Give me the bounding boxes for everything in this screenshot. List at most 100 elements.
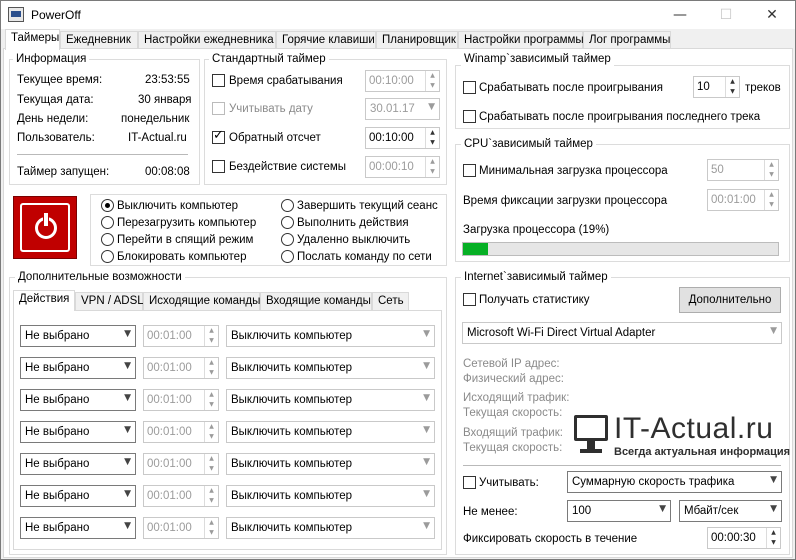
action-time-spin[interactable]: 00:01:00 ▲ ▼ [143,485,219,507]
info-label: Пользователь: [17,132,95,144]
spin-arrows-icon[interactable]: ▲ ▼ [766,528,780,548]
tracks-spin[interactable]: 10 ▲ ▼ [693,76,740,98]
cpu-fix-time-spin[interactable]: 00:01:00 ▲ ▼ [707,189,779,211]
action-type-combo[interactable]: Выключить компьютер ▼ [226,325,435,347]
trigger-time-spin[interactable]: 00:10:00 ▲ ▼ [365,70,440,92]
chevron-down-icon: ▼ [423,457,430,467]
action-condition-value: Не выбрано [25,330,90,342]
action-condition-combo[interactable]: Не выбрано ▼ [20,453,136,475]
action-time-spin[interactable]: 00:01:00 ▲ ▼ [143,421,219,443]
stats-checkbox[interactable] [463,293,476,306]
spin-arrows-icon[interactable]: ▲ ▼ [425,157,439,177]
spin-arrows-icon[interactable]: ▲ ▼ [764,160,778,180]
more-button[interactable]: Дополнительно [679,287,781,313]
trigger-time-checkbox[interactable] [212,74,225,87]
radio-send-command[interactable] [281,250,294,263]
tab-timers[interactable]: Таймеры [5,29,60,50]
action-type-value: Выключить компьютер [231,522,353,534]
subtab-vpn[interactable]: VPN / ADSL [75,292,144,310]
action-condition-combo[interactable]: Не выбрано ▼ [20,325,136,347]
radio-run-actions[interactable] [281,216,294,229]
idle-checkbox[interactable] [212,160,225,173]
count-label: Учитывать: [479,477,539,489]
min-combo[interactable]: 100 ▼ [567,500,671,522]
action-type-combo[interactable]: Выключить компьютер ▼ [226,485,435,507]
spin-arrows-icon[interactable]: ▲ ▼ [204,454,218,474]
date-combo[interactable]: 30.01.17 ▼ [365,98,440,120]
spin-arrows-icon[interactable]: ▲ ▼ [204,518,218,538]
subtab-actions[interactable]: Действия [13,290,75,311]
radio-shutdown[interactable] [101,199,114,212]
action-type-combo[interactable]: Выключить компьютер ▼ [226,421,435,443]
spin-arrows-icon[interactable]: ▲ ▼ [204,486,218,506]
subtab-outgoing[interactable]: Исходящие команды [143,292,260,310]
action-time-spin[interactable]: 00:01:00 ▲ ▼ [143,453,219,475]
action-type-combo[interactable]: Выключить компьютер ▼ [226,357,435,379]
chevron-down-icon: ▼ [124,425,131,435]
spin-arrows-icon[interactable]: ▲ ▼ [725,77,739,97]
action-type-value: Выключить компьютер [231,330,353,342]
maximize-button: ☐ [719,7,733,23]
tab-daily-settings[interactable]: Настройки ежедневника [138,31,276,49]
radio-logoff[interactable] [281,199,294,212]
radio-lock[interactable] [101,250,114,263]
chevron-down-icon: ▼ [423,361,430,371]
cpu-min-load-checkbox[interactable] [463,164,476,177]
power-button[interactable] [13,196,77,259]
radio-sleep[interactable] [101,233,114,246]
radio-restart[interactable] [101,216,114,229]
action-time-spin[interactable]: 00:01:00 ▲ ▼ [143,357,219,379]
action-type-combo[interactable]: Выключить компьютер ▼ [226,389,435,411]
winamp-after-last-checkbox[interactable] [463,110,476,123]
watermark-title: IT-Actual.ru [614,412,774,445]
action-condition-combo[interactable]: Не выбрано ▼ [20,389,136,411]
spin-arrows-icon[interactable]: ▲ ▼ [764,190,778,210]
action-time-spin[interactable]: 00:01:00 ▲ ▼ [143,517,219,539]
action-type-combo[interactable]: Выключить компьютер ▼ [226,517,435,539]
countdown-checkbox[interactable]: ✓ [212,129,225,144]
spin-arrows-icon[interactable]: ▲ ▼ [425,128,439,148]
action-condition-combo[interactable]: Не выбрано ▼ [20,517,136,539]
chevron-down-icon: ▼ [124,393,131,403]
subtab-incoming[interactable]: Входящие команды [260,292,372,310]
spin-value: 00:01:00 [147,394,192,406]
subtab-network[interactable]: Сеть [372,292,409,310]
action-condition-combo[interactable]: Не выбрано ▼ [20,421,136,443]
radio-remote-shutdown[interactable] [281,233,294,246]
action-time-spin[interactable]: 00:01:00 ▲ ▼ [143,325,219,347]
info-value: 23:53:55 [145,74,190,86]
action-type-combo[interactable]: Выключить компьютер ▼ [226,453,435,475]
winamp-after-play-checkbox[interactable] [463,81,476,94]
action-condition-combo[interactable]: Не выбрано ▼ [20,485,136,507]
spin-arrows-icon[interactable]: ▲ ▼ [425,71,439,91]
standard-timer-title: Стандартный таймер [209,53,329,66]
info-value: IT-Actual.ru [128,132,187,144]
tab-hotkeys[interactable]: Горячие клавиши [276,31,376,49]
count-checkbox[interactable] [463,476,476,489]
chevron-down-icon: ▼ [423,425,430,435]
spin-arrows-icon[interactable]: ▲ ▼ [204,390,218,410]
adapter-combo[interactable]: Microsoft Wi-Fi Direct Virtual Adapter ▼ [462,322,782,344]
spin-arrows-icon[interactable]: ▲ ▼ [204,422,218,442]
idle-spin[interactable]: 00:00:10 ▲ ▼ [365,156,440,178]
spin-arrows-icon[interactable]: ▲ ▼ [204,358,218,378]
tab-scheduler[interactable]: Планировщик [376,31,458,49]
cpu-min-load-spin[interactable]: 50 ▲ ▼ [707,159,779,181]
chevron-down-icon: ▼ [770,326,777,336]
spin-arrows-icon[interactable]: ▲ ▼ [204,326,218,346]
consider-date-checkbox[interactable] [212,102,225,115]
radio-label: Выключить компьютер [117,200,239,212]
tab-program-settings[interactable]: Настройки программы [458,31,584,49]
action-time-spin[interactable]: 00:01:00 ▲ ▼ [143,389,219,411]
tab-program-log[interactable]: Лог программы [583,31,671,49]
info-value: понедельник [121,113,190,125]
unit-combo[interactable]: Мбайт/сек ▼ [679,500,782,522]
action-condition-combo[interactable]: Не выбрано ▼ [20,357,136,379]
count-combo[interactable]: Суммарную скорость трафика ▼ [567,471,782,493]
countdown-spin[interactable]: 00:10:00 ▲ ▼ [365,127,440,149]
poweroff-window: PowerOff — ☐ ✕ Таймеры Ежедневник Настро… [0,0,796,560]
minimize-button[interactable]: — [657,1,703,29]
fix-speed-spin[interactable]: 00:00:30 ▲ ▼ [707,527,781,549]
close-button[interactable]: ✕ [749,1,795,29]
tab-daily[interactable]: Ежедневник [60,31,138,49]
